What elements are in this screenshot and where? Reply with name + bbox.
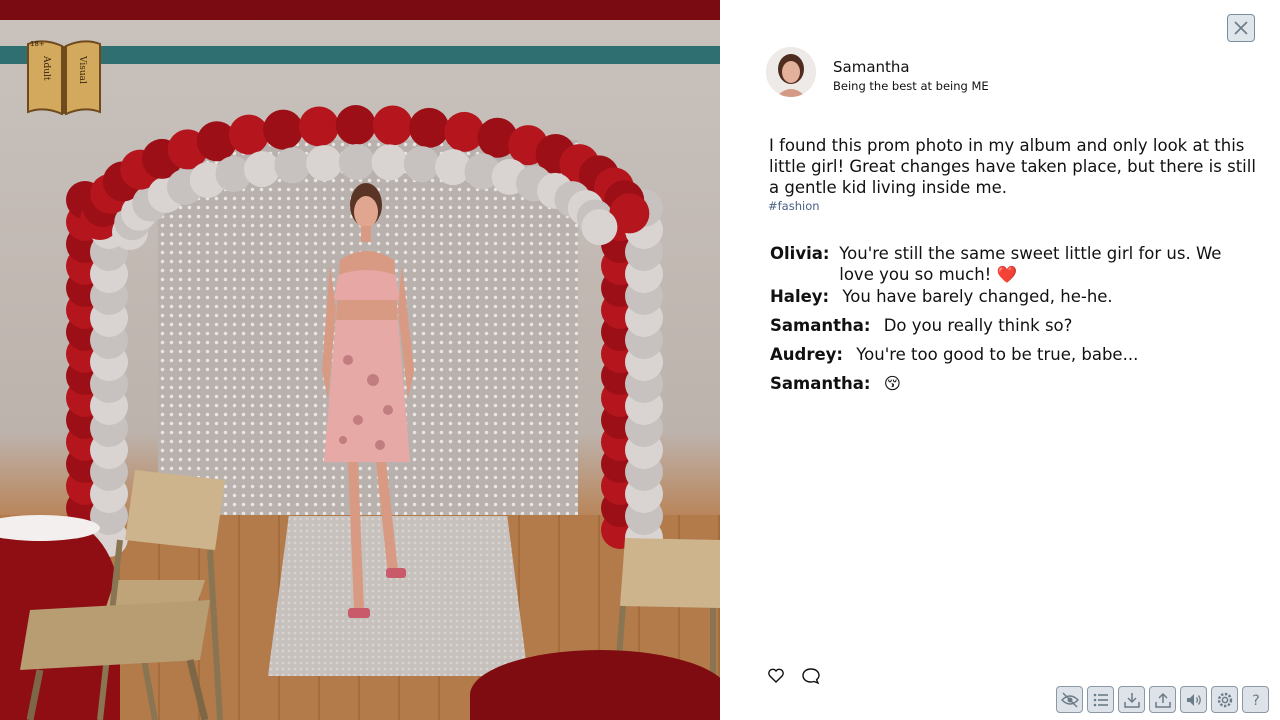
- comment-author: Samantha:: [770, 316, 871, 335]
- wall-band: [0, 0, 720, 20]
- close-icon: [1234, 21, 1248, 35]
- comment: Audrey: You're too good to be true, babe…: [770, 344, 1138, 365]
- logo-text-visual: Visual: [77, 55, 87, 84]
- balloon: [298, 106, 339, 147]
- comment-author: Audrey:: [770, 345, 844, 364]
- help-button[interactable]: ?: [1242, 686, 1269, 713]
- hide-ui-button[interactable]: [1056, 686, 1083, 713]
- heart-icon[interactable]: [766, 666, 786, 686]
- comment: Samantha: 😚: [770, 373, 901, 394]
- avatar-image: [766, 47, 816, 97]
- comment-text: You have barely changed, he-he.: [842, 287, 1113, 306]
- comment-text: You're still the same sweet little girl …: [839, 244, 1222, 284]
- hashtag-link[interactable]: #fashion: [768, 199, 820, 213]
- settings-icon: [1217, 692, 1232, 707]
- game-toolbar: ?: [1056, 686, 1269, 713]
- save-icon: [1123, 692, 1140, 708]
- volume-icon: [1186, 693, 1201, 706]
- hide-ui-icon: [1060, 692, 1079, 707]
- comment: Olivia: You're still the same sweet litt…: [770, 243, 1260, 285]
- logo-text-adult: Adult: [41, 55, 51, 81]
- balloon: [243, 151, 280, 188]
- svg-text:?: ?: [1252, 693, 1259, 709]
- comment: Haley: You have barely changed, he-he.: [770, 286, 1113, 307]
- balloon: [263, 109, 304, 150]
- volume-button[interactable]: [1180, 686, 1207, 713]
- comment-text: 😚: [883, 374, 901, 393]
- folding-chair: [20, 600, 210, 720]
- save-button[interactable]: [1118, 686, 1145, 713]
- load-button[interactable]: [1149, 686, 1176, 713]
- balloon: [409, 107, 450, 148]
- load-icon: [1154, 692, 1171, 708]
- post-caption: I found this prom photo in my album and …: [769, 136, 1256, 197]
- scene-image: 18+ Adult Visual: [0, 0, 720, 720]
- comment-author: Haley:: [770, 287, 830, 306]
- comment-icon[interactable]: [801, 666, 821, 686]
- post-panel: Samantha Being the best at being ME I fo…: [720, 0, 1280, 720]
- logo-text-18: 18+: [30, 40, 45, 48]
- balloon: [372, 105, 413, 146]
- balloon: [228, 114, 269, 155]
- settings-button[interactable]: [1211, 686, 1238, 713]
- balloon: [444, 111, 485, 152]
- comment: Samantha: Do you really think so?: [770, 315, 1072, 336]
- balloon: [335, 105, 376, 146]
- history-icon: [1093, 693, 1108, 706]
- avatar[interactable]: [766, 47, 816, 97]
- comment-author: Samantha:: [770, 374, 871, 393]
- comment-text: Do you really think so?: [883, 316, 1073, 335]
- comment-text: You're too good to be true, babe...: [856, 345, 1139, 364]
- history-button[interactable]: [1087, 686, 1114, 713]
- balloon: [581, 209, 618, 246]
- balloon: [274, 147, 311, 184]
- close-button[interactable]: [1227, 14, 1255, 42]
- help-icon: ?: [1252, 693, 1259, 709]
- comment-author: Olivia:: [770, 244, 830, 263]
- character-figure: [322, 183, 414, 618]
- adult-visual-logo: 18+ Adult Visual: [27, 40, 101, 116]
- author-bio: Being the best at being ME: [833, 79, 989, 93]
- author-name[interactable]: Samantha: [833, 58, 910, 76]
